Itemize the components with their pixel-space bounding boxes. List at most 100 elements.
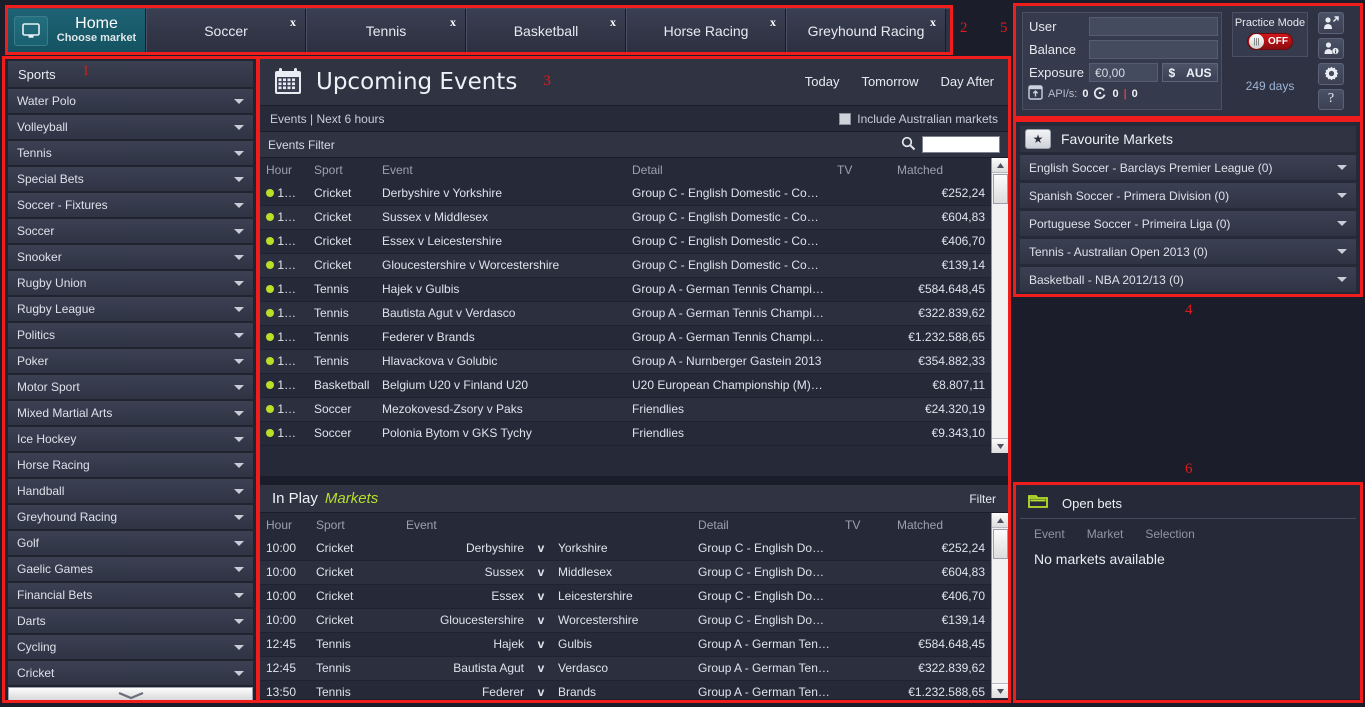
chevron-down-icon[interactable] [1337, 165, 1347, 170]
table-row[interactable]: 14:15 Basketball Belgium U20 v Finland U20… [260, 373, 991, 398]
column-header[interactable]: Hour [260, 158, 308, 181]
close-icon[interactable]: x [610, 15, 616, 30]
sidebar-item-cycling[interactable]: Cycling [8, 635, 253, 659]
tab-greyhound-racing[interactable]: Greyhound Racing x [786, 9, 946, 52]
table-row[interactable]: 15:00 Soccer Polonia Bytom v GKS Tychy Frie… [260, 421, 991, 446]
column-header[interactable]: Matched [891, 513, 991, 536]
sidebar-item-cricket[interactable]: Cricket [8, 661, 253, 685]
scroll-up-icon[interactable] [991, 158, 1009, 173]
sidebar-item-gaelic-games[interactable]: Gaelic Games [8, 557, 253, 581]
chevron-down-icon[interactable] [234, 566, 244, 572]
chevron-down-icon[interactable] [234, 280, 244, 286]
link-today[interactable]: Today [805, 74, 840, 89]
link-day-after[interactable]: Day After [941, 74, 994, 89]
chevron-down-icon[interactable] [234, 410, 244, 416]
tab-tennis[interactable]: Tennis x [306, 9, 466, 52]
column-header[interactable]: Detail [626, 158, 831, 181]
table-row[interactable]: 12:45 Tennis Bautista Agut v Verdasco Group… [260, 301, 991, 326]
close-icon[interactable]: x [450, 15, 456, 30]
chevron-down-icon[interactable] [234, 306, 244, 312]
search-icon[interactable] [901, 136, 916, 154]
chevron-down-icon[interactable] [234, 176, 244, 182]
column-header[interactable]: Sport [310, 513, 400, 536]
sidebar-item-rugby-union[interactable]: Rugby Union [8, 271, 253, 295]
chevron-down-icon[interactable] [234, 488, 244, 494]
table-row[interactable]: 10:00 Cricket Sussex v Middlesex Group C - … [260, 205, 991, 230]
column-header[interactable]: Hour [260, 513, 310, 536]
sidebar-item-politics[interactable]: Politics [8, 323, 253, 347]
chevron-down-icon[interactable] [234, 332, 244, 338]
column-header[interactable]: Event [400, 513, 693, 536]
favourite-market-item[interactable]: Basketball - NBA 2012/13 (0) [1020, 267, 1356, 292]
practice-mode-toggle[interactable]: ||| OFF [1247, 33, 1293, 50]
sidebar-item-special-bets[interactable]: Special Bets [8, 167, 253, 191]
sidebar-item-financial-bets[interactable]: Financial Bets [8, 583, 253, 607]
chevron-down-icon[interactable] [234, 150, 244, 156]
sidebar-item-motor-sport[interactable]: Motor Sport [8, 375, 253, 399]
sidebar-item-snooker[interactable]: Snooker [8, 245, 253, 269]
chevron-down-icon[interactable] [234, 462, 244, 468]
tab-home[interactable]: Home Choose market [8, 9, 146, 52]
favourite-market-item[interactable]: Tennis - Australian Open 2013 (0) [1020, 239, 1356, 264]
chevron-down-icon[interactable] [234, 618, 244, 624]
chevron-down-icon[interactable] [1337, 221, 1347, 226]
sidebar-item-ice-hockey[interactable]: Ice Hockey [8, 427, 253, 451]
gear-icon[interactable] [1318, 63, 1344, 85]
chevron-down-icon[interactable] [234, 228, 244, 234]
table-row[interactable]: 12:45 Tennis Hajek v Gulbis Group A - Germa… [260, 277, 991, 302]
column-header[interactable]: Sport [308, 158, 376, 181]
include-australian-markets-checkbox[interactable] [839, 112, 852, 125]
sidebar-item-horse-racing[interactable]: Horse Racing [8, 453, 253, 477]
events-filter-input[interactable] [922, 136, 1000, 153]
column-header[interactable]: Matched [891, 158, 991, 181]
chevron-down-icon[interactable] [234, 202, 244, 208]
chevron-down-icon[interactable] [234, 384, 244, 390]
sidebar-item-rugby-league[interactable]: Rugby League [8, 297, 253, 321]
chevron-down-icon[interactable] [234, 540, 244, 546]
sidebar-expand-button[interactable] [8, 687, 253, 703]
column-header[interactable]: TV [831, 158, 891, 181]
chevron-down-icon[interactable] [234, 670, 244, 676]
sidebar-item-volleyball[interactable]: Volleyball [8, 115, 253, 139]
table-row[interactable]: 10:00 Cricket Sussex v Middlesex Group C - En… [260, 560, 991, 585]
chevron-down-icon[interactable] [1337, 277, 1347, 282]
user-logout-icon[interactable] [1318, 12, 1344, 34]
favourite-market-item[interactable]: Spanish Soccer - Primera Division (0) [1020, 183, 1356, 208]
scroll-up-icon[interactable] [991, 513, 1009, 528]
column-header[interactable]: Detail [692, 513, 839, 536]
table-row[interactable]: 12:45 Tennis Bautista Agut v Verdasco Group A… [260, 656, 991, 681]
table-row[interactable]: 14:15 Tennis Hlavackova v Golubic Group A -… [260, 349, 991, 374]
help-icon[interactable]: ? [1318, 88, 1344, 110]
scrollbar-thumb[interactable] [992, 529, 1008, 559]
currency-button[interactable]: $ AUS [1162, 63, 1218, 82]
upcoming-events-scrollbar[interactable] [991, 158, 1009, 453]
sidebar-item-greyhound-racing[interactable]: Greyhound Racing [8, 505, 253, 529]
scroll-down-icon[interactable] [991, 438, 1009, 453]
link-tomorrow[interactable]: Tomorrow [861, 74, 918, 89]
close-icon[interactable]: x [290, 15, 296, 30]
table-row[interactable]: 10:00 Cricket Derbyshire v Yorkshire Group C … [260, 536, 991, 561]
table-row[interactable]: 13:50 Tennis Federer v Brands Group A - Ger… [260, 325, 991, 350]
table-row[interactable]: 12:45 Tennis Hajek v Gulbis Group A - German … [260, 632, 991, 657]
table-row[interactable]: 10:00 Cricket Essex v Leicestershire Group … [260, 229, 991, 254]
close-icon[interactable]: x [770, 15, 776, 30]
sidebar-item-water-polo[interactable]: Water Polo [8, 89, 253, 113]
chevron-down-icon[interactable] [234, 98, 244, 104]
table-row[interactable]: 10:00 Cricket Essex v Leicestershire Group C … [260, 584, 991, 609]
sidebar-item-darts[interactable]: Darts [8, 609, 253, 633]
chevron-down-icon[interactable] [1337, 193, 1347, 198]
scroll-down-icon[interactable] [991, 683, 1009, 698]
sidebar-item-handball[interactable]: Handball [8, 479, 253, 503]
table-row[interactable]: 13:50 Tennis Federer v Brands Group A - Germa… [260, 680, 991, 698]
chevron-down-icon[interactable] [234, 514, 244, 520]
chevron-down-icon[interactable] [234, 358, 244, 364]
table-row[interactable]: 10:00 Cricket Gloucestershire v Worcestershi… [260, 608, 991, 633]
in-play-scrollbar[interactable] [991, 513, 1009, 698]
in-play-filter-link[interactable]: Filter [969, 492, 996, 506]
sidebar-item-tennis[interactable]: Tennis [8, 141, 253, 165]
sidebar-item-soccer[interactable]: Soccer [8, 219, 253, 243]
sidebar-item-golf[interactable]: Golf [8, 531, 253, 555]
chevron-down-icon[interactable] [234, 592, 244, 598]
chevron-down-icon[interactable] [234, 436, 244, 442]
favourite-market-item[interactable]: Portuguese Soccer - Primeira Liga (0) [1020, 211, 1356, 236]
